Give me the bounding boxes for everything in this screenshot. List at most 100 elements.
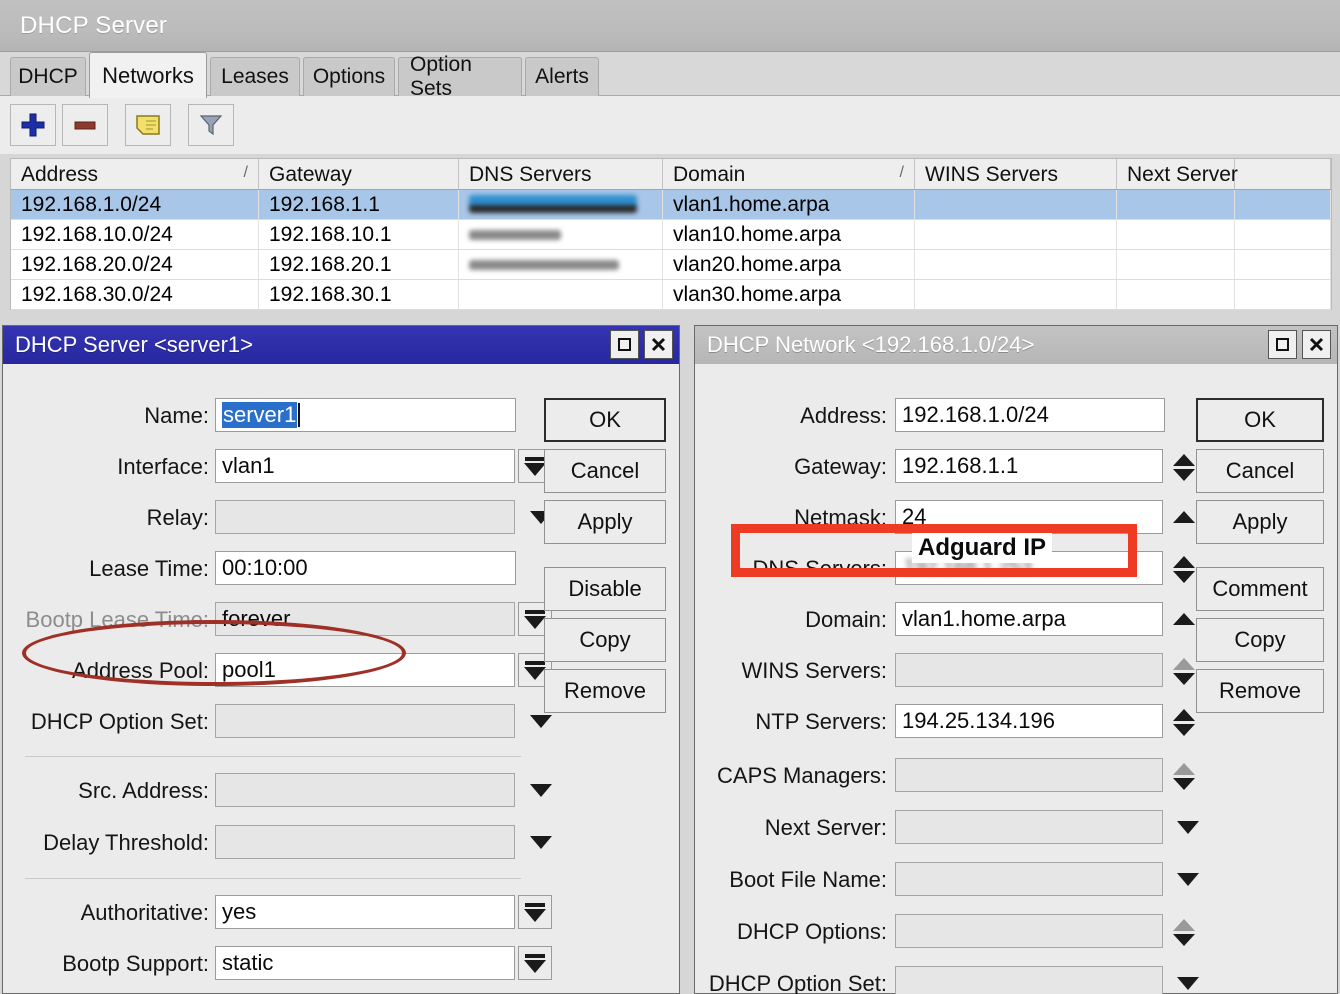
field-input-dhcp-option-set[interactable] [215,704,515,738]
field-input-relay[interactable] [215,500,515,534]
tab-alerts[interactable]: Alerts [525,57,599,96]
dropdown-button[interactable] [518,895,552,929]
field-label-next-server: Next Server: [764,815,887,840]
dropdown-arrow[interactable] [524,825,558,859]
chevron-down-icon [1177,976,1199,990]
column-header-address[interactable]: Address / [11,159,259,189]
arrow-down-icon[interactable] [1173,777,1195,790]
tab-option-sets[interactable]: Option Sets [398,53,522,100]
arrow-up-icon[interactable] [1173,708,1195,721]
field-input-dhcp-options[interactable] [895,914,1163,948]
field-input-next-server[interactable] [895,810,1163,844]
comment-button[interactable] [125,104,171,146]
ok-button[interactable]: OK [1196,398,1324,442]
column-header-blank[interactable] [1235,159,1331,189]
field-input-name[interactable]: server1 [215,398,516,432]
arrow-down-icon[interactable] [1173,933,1195,946]
chevron-down-icon [1177,820,1199,834]
field-input-authoritative[interactable]: yes [215,895,515,929]
dropdown-button[interactable] [518,946,552,980]
column-header-label: Domain [673,163,746,186]
field-input-ntp-servers[interactable]: 194.25.134.196 [895,704,1163,738]
table-row[interactable]: 192.168.10.0/24 192.168.10.1 vlan10.home.a… [11,220,1331,250]
column-header-gateway[interactable]: Gateway [259,159,459,189]
close-button[interactable] [1302,330,1331,359]
cell-dns [459,190,663,219]
field-input-bootp-lease-time[interactable]: forever [215,602,515,636]
ok-button[interactable]: OK [544,398,666,442]
cancel-button[interactable]: Cancel [544,449,666,493]
copy-button[interactable]: Copy [544,618,666,662]
field-input-delay-threshold[interactable] [215,825,515,859]
cell-next [1117,220,1235,249]
disable-button[interactable]: Disable [544,567,666,611]
field-label-dns-servers: DNS Servers: [752,556,887,581]
chevron-down-icon [524,959,546,973]
arrow-down-icon[interactable] [1173,672,1195,685]
field-input-address-pool[interactable]: pool1 [215,653,515,687]
arrow-down-icon[interactable] [1173,723,1195,736]
field-input-netmask[interactable]: 24 [895,500,1163,534]
apply-button[interactable]: Apply [1196,500,1324,544]
table-row[interactable]: 192.168.30.0/24 192.168.30.1 vlan30.home.a… [11,280,1331,310]
maximize-icon [618,338,631,351]
dropdown-arrow[interactable] [1171,810,1205,844]
page-title: DHCP Server [20,12,168,39]
maximize-button[interactable] [1268,330,1297,359]
field-input-address[interactable]: 192.168.1.0/24 [895,398,1165,432]
remove-button[interactable] [62,104,108,146]
arrow-up-icon[interactable] [1173,918,1195,931]
arrow-down-icon[interactable] [1173,468,1195,481]
field-label-authoritative: Authoritative: [80,900,209,925]
spinner-control[interactable] [1167,914,1201,950]
field-input-bootp-support[interactable]: static [215,946,515,980]
table-row[interactable]: 192.168.1.0/24 192.168.1.1 vlan1.home.arpa [11,190,1331,220]
dropdown-arrow[interactable] [1171,966,1205,994]
redacted-dns-value [469,230,561,240]
comment-button[interactable]: Comment [1196,567,1324,611]
dropdown-arrow[interactable] [1171,862,1205,896]
main-window-titlebar: DHCP Server [0,0,1340,52]
close-button[interactable] [644,330,673,359]
add-button[interactable] [10,104,56,146]
field-input-caps-managers[interactable] [895,758,1163,792]
copy-button[interactable]: Copy [1196,618,1324,662]
arrow-up-icon[interactable] [1173,657,1195,670]
filter-button[interactable] [188,104,234,146]
dropdown-arrow[interactable] [524,773,558,807]
cell-domain: vlan1.home.arpa [663,190,915,219]
remove-button[interactable]: Remove [1196,669,1324,713]
column-header-next-server[interactable]: Next Server [1117,159,1238,189]
table-row[interactable]: 192.168.20.0/24 192.168.20.1 vlan20.home.a… [11,250,1331,280]
field-input-gateway[interactable]: 192.168.1.1 [895,449,1163,483]
arrow-up-icon[interactable] [1173,453,1195,466]
arrow-up-icon[interactable] [1173,555,1195,568]
apply-button[interactable]: Apply [544,500,666,544]
spinner-control[interactable] [1167,758,1201,794]
field-label-netmask: Netmask: [794,505,887,530]
field-input-dhcp-option-set[interactable] [895,966,1163,994]
tab-options[interactable]: Options [303,57,395,96]
dhcp-network-dialog-titlebar[interactable]: DHCP Network <192.168.1.0/24> [695,326,1337,364]
field-input-boot-file-name[interactable] [895,862,1163,896]
cancel-button[interactable]: Cancel [1196,449,1324,493]
remove-button[interactable]: Remove [544,669,666,713]
arrow-up-icon[interactable] [1173,762,1195,775]
cell-gateway: 192.168.20.1 [259,250,459,279]
field-input-lease-time[interactable]: 00:10:00 [215,551,516,585]
column-header-domain[interactable]: Domain / [663,159,915,189]
tab-dhcp[interactable]: DHCP [10,57,86,96]
field-input-src-address[interactable] [215,773,515,807]
cell-gateway: 192.168.1.1 [259,190,459,219]
tab-leases[interactable]: Leases [210,57,300,96]
dhcp-server-dialog-titlebar[interactable]: DHCP Server <server1> [3,326,679,364]
field-label-ntp-servers: NTP Servers: [755,709,887,734]
field-input-wins-servers[interactable] [895,653,1163,687]
arrow-down-icon[interactable] [1173,570,1195,583]
maximize-button[interactable] [610,330,639,359]
column-header-wins-servers[interactable]: WINS Servers [915,159,1117,189]
field-input-domain[interactable]: vlan1.home.arpa [895,602,1163,636]
column-header-dns-servers[interactable]: DNS Servers [459,159,663,189]
tab-networks[interactable]: Networks [89,52,207,98]
field-input-interface[interactable]: vlan1 [215,449,515,483]
